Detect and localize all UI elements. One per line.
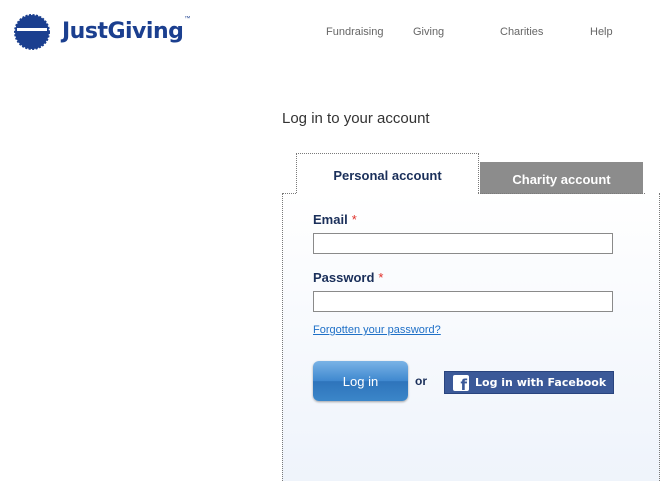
facebook-login-label: Log in with Facebook — [475, 376, 607, 389]
nav-charities[interactable]: Charities — [500, 26, 543, 38]
tab-divider — [478, 193, 645, 194]
brand-trademark: ™ — [184, 16, 191, 22]
email-label: Email * — [313, 212, 357, 227]
tab-charity-account[interactable]: Charity account — [480, 162, 643, 194]
facebook-icon-glyph: f — [460, 375, 467, 394]
nav-fundraising[interactable]: Fundraising — [326, 26, 383, 38]
required-marker: * — [351, 212, 357, 227]
nav-help[interactable]: Help — [590, 26, 613, 38]
login-button[interactable]: Log in — [313, 361, 408, 401]
password-label-text: Password — [313, 270, 375, 285]
required-marker: * — [378, 270, 384, 285]
facebook-login-button[interactable]: f Log in with Facebook — [444, 371, 614, 394]
password-label: Password * — [313, 270, 383, 285]
panel-border — [282, 193, 296, 194]
forgot-password-link[interactable]: Forgotten your password? — [313, 324, 441, 336]
page: JustGiving ™ Fundraising Giving Charitie… — [0, 0, 664, 481]
email-label-text: Email — [313, 212, 348, 227]
page-title: Log in to your account — [282, 110, 430, 127]
or-separator: or — [415, 374, 427, 388]
email-field[interactable] — [313, 233, 613, 254]
password-field[interactable] — [313, 291, 613, 312]
tab-personal-account[interactable]: Personal account — [296, 153, 479, 193]
brand-logo[interactable]: JustGiving ™ — [14, 12, 190, 52]
facebook-icon: f — [453, 374, 469, 394]
nav-giving[interactable]: Giving — [413, 26, 444, 38]
justgiving-logo-icon — [14, 14, 50, 50]
brand-name: JustGiving — [62, 18, 184, 44]
